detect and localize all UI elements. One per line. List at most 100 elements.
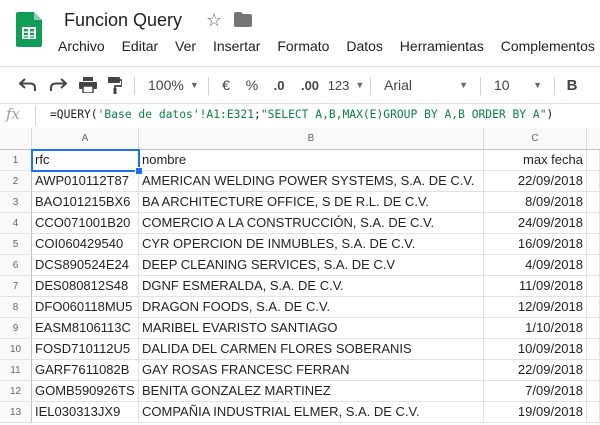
cell-next[interactable] (587, 192, 600, 213)
cell-next[interactable] (587, 381, 600, 402)
redo-icon[interactable] (44, 67, 72, 103)
select-all-corner[interactable] (0, 128, 32, 150)
row-header[interactable]: 6 (0, 255, 32, 276)
folder-icon[interactable] (234, 12, 252, 27)
cell-next[interactable] (587, 150, 600, 171)
cell-max-fecha[interactable]: 1/10/2018 (484, 318, 587, 339)
cell-max-fecha[interactable]: 19/09/2018 (484, 402, 587, 423)
font-size-select[interactable]: 10 ▼ (488, 67, 548, 103)
cell-rfc[interactable]: EASM8106113C (32, 318, 139, 339)
cell-nombre[interactable]: nombre (139, 150, 484, 171)
cell-nombre[interactable]: BA ARCHITECTURE OFFICE, S DE R.L. DE C.V… (139, 192, 484, 213)
zoom-select[interactable]: 100% ▼ (142, 67, 208, 103)
cell-nombre[interactable]: DEEP CLEANING SERVICES, S.A. DE C.V (139, 255, 484, 276)
chevron-down-icon: ▼ (533, 80, 542, 90)
formula-query-string: "SELECT A,B,MAX(E)GROUP BY A,B ORDER BY … (260, 108, 547, 121)
cell-rfc[interactable]: CCO071001B20 (32, 213, 139, 234)
cell-next[interactable] (587, 402, 600, 423)
cell-next[interactable] (587, 297, 600, 318)
cell-rfc[interactable]: COI060429540 (32, 234, 139, 255)
menu-complementos[interactable]: Complementos (501, 38, 595, 54)
cell-next[interactable] (587, 171, 600, 192)
cell-next[interactable] (587, 255, 600, 276)
paint-format-icon[interactable] (102, 67, 128, 103)
percent-format-button[interactable]: % (240, 67, 264, 103)
row-header[interactable]: 8 (0, 297, 32, 318)
column-header-b[interactable]: B (139, 128, 484, 150)
cell-rfc[interactable]: GOMB590926TS (32, 381, 139, 402)
cell-nombre[interactable]: DRAGON FOODS, S.A. DE C.V. (139, 297, 484, 318)
cell-max-fecha[interactable]: 16/09/2018 (484, 234, 587, 255)
row-header[interactable]: 10 (0, 339, 32, 360)
column-header-next[interactable] (587, 128, 600, 150)
row-header[interactable]: 12 (0, 381, 32, 402)
cell-max-fecha[interactable]: 8/09/2018 (484, 192, 587, 213)
cell-nombre[interactable]: AMERICAN WELDING POWER SYSTEMS, S.A. DE … (139, 171, 484, 192)
cell-nombre[interactable]: COMPAÑIA INDUSTRIAL ELMER, S.A. DE C.V. (139, 402, 484, 423)
cell-max-fecha[interactable]: 22/09/2018 (484, 171, 587, 192)
bold-button[interactable]: B (560, 67, 584, 103)
star-icon[interactable]: ☆ (206, 10, 222, 31)
menu-datos[interactable]: Datos (346, 38, 383, 54)
cell-next[interactable] (587, 213, 600, 234)
cell-rfc[interactable]: FOSD710112U5 (32, 339, 139, 360)
row-header[interactable]: 5 (0, 234, 32, 255)
document-title[interactable]: Funcion Query (64, 10, 182, 31)
cell-max-fecha[interactable]: 12/09/2018 (484, 297, 587, 318)
row-header[interactable]: 1 (0, 150, 32, 171)
column-header-a[interactable]: A (32, 128, 139, 150)
cell-max-fecha[interactable]: 22/09/2018 (484, 360, 587, 381)
cell-nombre[interactable]: DALIDA DEL CARMEN FLORES SOBERANIS (139, 339, 484, 360)
cell-max-fecha[interactable]: 24/09/2018 (484, 213, 587, 234)
row-header[interactable]: 2 (0, 171, 32, 192)
cell-next[interactable] (587, 234, 600, 255)
cell-rfc[interactable]: BAO101215BX6 (32, 192, 139, 213)
cell-next[interactable] (587, 276, 600, 297)
more-formats-button[interactable]: 123 ▼ (326, 67, 366, 103)
row-header[interactable]: 13 (0, 402, 32, 423)
font-family-select[interactable]: Arial ▼ (378, 67, 474, 103)
menu-herramientas[interactable]: Herramientas (400, 38, 484, 54)
cell-nombre[interactable]: MARIBEL EVARISTO SANTIAGO (139, 318, 484, 339)
cell-rfc[interactable]: DFO060118MU5 (32, 297, 139, 318)
cell-max-fecha[interactable]: 7/09/2018 (484, 381, 587, 402)
row-header[interactable]: 11 (0, 360, 32, 381)
cell-max-fecha[interactable]: 4/09/2018 (484, 255, 587, 276)
fill-handle[interactable] (135, 167, 143, 175)
cell-nombre[interactable]: CYR OPERCION DE INMUBLES, S.A. DE C.V. (139, 234, 484, 255)
cell-next[interactable] (587, 339, 600, 360)
cell-nombre[interactable]: BENITA GONZALEZ MARTINEZ (139, 381, 484, 402)
row-header[interactable]: 4 (0, 213, 32, 234)
decrease-decimal-button[interactable]: .0 (266, 67, 292, 103)
column-header-c[interactable]: C (484, 128, 587, 150)
menu-editar[interactable]: Editar (122, 38, 159, 54)
currency-format-button[interactable]: € (214, 67, 238, 103)
print-icon[interactable] (74, 67, 102, 103)
cell-rfc[interactable]: AWP010112T87 (32, 171, 139, 192)
undo-icon[interactable] (14, 67, 42, 103)
cell-rfc[interactable]: DES080812S48 (32, 276, 139, 297)
cell-nombre[interactable]: DGNF ESMERALDA, S.A. DE C.V. (139, 276, 484, 297)
menu-insertar[interactable]: Insertar (213, 38, 260, 54)
chevron-down-icon: ▼ (189, 80, 199, 90)
menu-archivo[interactable]: Archivo (58, 38, 105, 54)
menu-ver[interactable]: Ver (175, 38, 196, 54)
menu-formato[interactable]: Formato (277, 38, 329, 54)
cell-next[interactable] (587, 360, 600, 381)
row-header[interactable]: 3 (0, 192, 32, 213)
sheets-logo-icon[interactable] (16, 12, 42, 47)
cell-rfc[interactable]: IEL030313JX9 (32, 402, 139, 423)
row-header[interactable]: 9 (0, 318, 32, 339)
cell-max-fecha[interactable]: 10/09/2018 (484, 339, 587, 360)
cell-next[interactable] (587, 318, 600, 339)
cell-max-fecha[interactable]: max fecha (484, 150, 587, 171)
increase-decimal-button[interactable]: .00 (294, 67, 326, 103)
cell-nombre[interactable]: COMERCIO A LA CONSTRUCCIÓN, S.A. DE C.V. (139, 213, 484, 234)
cell-nombre[interactable]: GAY ROSAS FRANCESC FERRAN (139, 360, 484, 381)
cell-rfc[interactable]: DCS890524E24 (32, 255, 139, 276)
formula-input[interactable]: =QUERY('Base de datos'!A1:E321;"SELECT A… (50, 108, 553, 121)
font-size-value: 10 (494, 77, 510, 93)
row-header[interactable]: 7 (0, 276, 32, 297)
cell-max-fecha[interactable]: 11/09/2018 (484, 276, 587, 297)
cell-rfc[interactable]: GARF7611082B (32, 360, 139, 381)
